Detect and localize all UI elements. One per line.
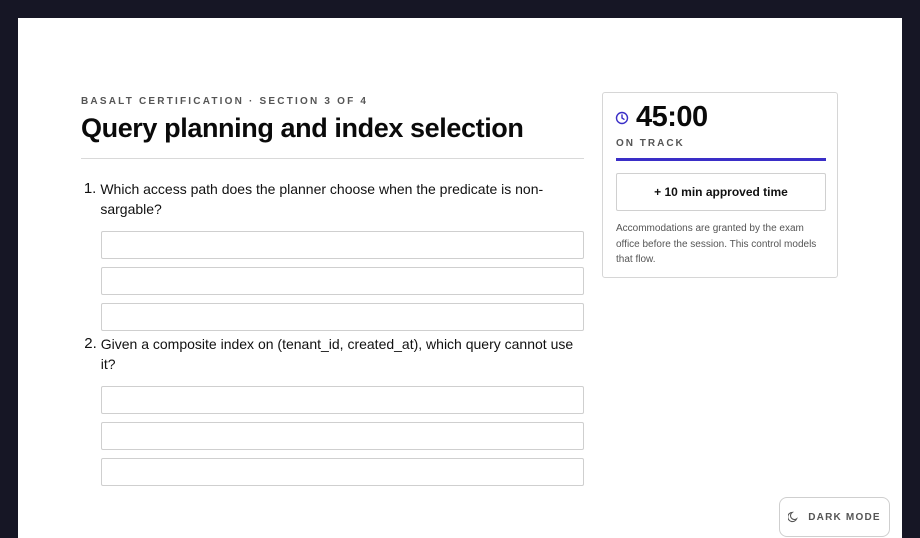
answer-option[interactable] <box>101 231 584 259</box>
answer-option[interactable] <box>101 267 584 295</box>
timer-value: 45:00 <box>636 101 708 133</box>
answer-option[interactable] <box>101 458 584 486</box>
answer-options <box>101 386 584 486</box>
question-2: 2. Given a composite index on (tenant_id… <box>81 334 584 494</box>
exam-page: BASALT CERTIFICATION · SECTION 3 OF 4 Qu… <box>18 18 902 538</box>
moon-icon <box>787 511 800 523</box>
time-progress-fill <box>616 158 826 161</box>
accommodation-note: Accommodations are granted by the exam o… <box>616 223 817 265</box>
answer-option[interactable] <box>101 386 584 414</box>
answer-option[interactable] <box>101 422 584 450</box>
timer-status: ON TRACK <box>616 138 685 149</box>
title-divider <box>81 158 584 159</box>
question-1: 1. Which access path does the planner ch… <box>81 179 584 339</box>
timer-card: 45:00 ON TRACK + 10 min approved time Ac… <box>602 92 838 278</box>
section-eyebrow: BASALT CERTIFICATION · SECTION 3 OF 4 <box>81 96 369 107</box>
page-title: Query planning and index selection <box>81 113 524 143</box>
answer-option[interactable] <box>101 303 584 331</box>
answer-options <box>101 231 584 331</box>
question-text: Given a composite index on (tenant_id, c… <box>100 336 574 372</box>
question-number: 1. <box>83 180 97 197</box>
question-text: Which access path does the planner choos… <box>100 181 544 217</box>
dark-mode-toggle[interactable]: DARK MODE <box>779 497 890 537</box>
time-progress-bar <box>616 158 826 161</box>
clock-icon <box>615 111 629 125</box>
dark-mode-label: DARK MODE <box>808 511 881 523</box>
extra-time-button[interactable]: + 10 min approved time <box>616 173 826 211</box>
question-number: 2. <box>84 335 97 352</box>
